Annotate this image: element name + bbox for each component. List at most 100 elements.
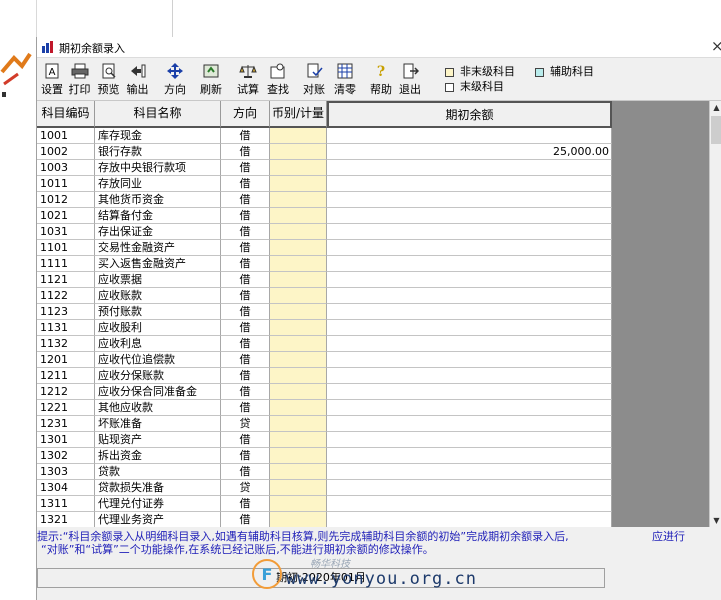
cell-code[interactable]: 1122	[37, 288, 95, 304]
cell-name[interactable]: 坏账准备	[95, 416, 221, 432]
cell-direction[interactable]: 借	[221, 288, 270, 304]
cell-direction[interactable]: 借	[221, 336, 270, 352]
cell-name[interactable]: 其他货币资金	[95, 192, 221, 208]
cell-currency[interactable]	[270, 496, 327, 512]
cell-code[interactable]: 1311	[37, 496, 95, 512]
cell-name[interactable]: 应收股利	[95, 320, 221, 336]
cell-currency[interactable]	[270, 256, 327, 272]
cell-code[interactable]: 1011	[37, 176, 95, 192]
cell-balance[interactable]	[327, 288, 612, 304]
cell-code[interactable]: 1131	[37, 320, 95, 336]
cell-code[interactable]: 1302	[37, 448, 95, 464]
cell-direction[interactable]: 借	[221, 304, 270, 320]
help-button[interactable]: ? 帮助	[367, 61, 395, 98]
cell-name[interactable]: 拆出资金	[95, 448, 221, 464]
cell-code[interactable]: 1012	[37, 192, 95, 208]
cell-code[interactable]: 1003	[37, 160, 95, 176]
table-row[interactable]: 1311 代理兑付证券借	[37, 496, 612, 512]
cell-currency[interactable]	[270, 368, 327, 384]
cell-direction[interactable]: 借	[221, 432, 270, 448]
table-row[interactable]: 1302 拆出资金借	[37, 448, 612, 464]
cell-name[interactable]: 贷款损失准备	[95, 480, 221, 496]
cell-currency[interactable]	[270, 304, 327, 320]
cell-name[interactable]: 存放中央银行款项	[95, 160, 221, 176]
cell-name[interactable]: 应收分保合同准备金	[95, 384, 221, 400]
cell-balance[interactable]	[327, 352, 612, 368]
cell-name[interactable]: 买入返售金融资产	[95, 256, 221, 272]
cell-direction[interactable]: 借	[221, 384, 270, 400]
direction-button[interactable]: 方向	[161, 61, 189, 98]
cell-direction[interactable]: 借	[221, 352, 270, 368]
cell-direction[interactable]: 贷	[221, 416, 270, 432]
cell-currency[interactable]	[270, 448, 327, 464]
cell-code[interactable]: 1303	[37, 464, 95, 480]
table-row[interactable]: 1211 应收分保账款借	[37, 368, 612, 384]
cell-balance[interactable]	[327, 400, 612, 416]
cell-currency[interactable]	[270, 416, 327, 432]
cell-direction[interactable]: 借	[221, 176, 270, 192]
vertical-scrollbar[interactable]: ▲ ▼	[709, 101, 721, 527]
table-row[interactable]: 1002 银行存款借 25,000.00	[37, 144, 612, 160]
cell-code[interactable]: 1301	[37, 432, 95, 448]
cell-direction[interactable]: 借	[221, 272, 270, 288]
scroll-up-icon[interactable]: ▲	[710, 101, 721, 114]
cell-direction[interactable]: 借	[221, 400, 270, 416]
cell-name[interactable]: 结算备付金	[95, 208, 221, 224]
cell-currency[interactable]	[270, 320, 327, 336]
trial-balance-button[interactable]: 试算	[234, 61, 262, 98]
cell-name[interactable]: 银行存款	[95, 144, 221, 160]
cell-currency[interactable]	[270, 384, 327, 400]
scroll-thumb[interactable]	[711, 116, 721, 144]
refresh-button[interactable]: 刷新	[198, 61, 224, 98]
cell-code[interactable]: 1212	[37, 384, 95, 400]
cell-name[interactable]: 存出保证金	[95, 224, 221, 240]
cell-currency[interactable]	[270, 336, 327, 352]
close-button[interactable]: ×	[711, 37, 721, 55]
cell-balance[interactable]	[327, 448, 612, 464]
cell-currency[interactable]	[270, 352, 327, 368]
clear-button[interactable]: 清零	[331, 61, 359, 98]
cell-currency[interactable]	[270, 464, 327, 480]
cell-direction[interactable]: 借	[221, 512, 270, 527]
cell-code[interactable]: 1123	[37, 304, 95, 320]
cell-code[interactable]: 1132	[37, 336, 95, 352]
table-row[interactable]: 1231 坏账准备贷	[37, 416, 612, 432]
cell-balance[interactable]	[327, 224, 612, 240]
cell-direction[interactable]: 借	[221, 128, 270, 144]
cell-balance[interactable]	[327, 272, 612, 288]
cell-balance[interactable]: 25,000.00	[327, 144, 612, 160]
cell-name[interactable]: 代理兑付证券	[95, 496, 221, 512]
table-row[interactable]: 1101 交易性金融资产借	[37, 240, 612, 256]
table-row[interactable]: 1221 其他应收款借	[37, 400, 612, 416]
cell-currency[interactable]	[270, 160, 327, 176]
table-row[interactable]: 1132 应收利息借	[37, 336, 612, 352]
header-balance[interactable]: 期初余额	[327, 101, 612, 128]
preview-button[interactable]: 预览	[95, 61, 122, 98]
cell-code[interactable]: 1101	[37, 240, 95, 256]
find-button[interactable]: 查找	[264, 61, 292, 98]
cell-currency[interactable]	[270, 192, 327, 208]
table-row[interactable]: 1321 代理业务资产借	[37, 512, 612, 527]
setup-button[interactable]: A 设置	[39, 61, 65, 98]
cell-currency[interactable]	[270, 208, 327, 224]
header-code[interactable]: 科目编码	[37, 101, 95, 128]
reconcile-button[interactable]: 对账	[300, 61, 328, 98]
cell-code[interactable]: 1211	[37, 368, 95, 384]
cell-direction[interactable]: 借	[221, 368, 270, 384]
cell-balance[interactable]	[327, 496, 612, 512]
cell-currency[interactable]	[270, 432, 327, 448]
cell-name[interactable]: 预付账款	[95, 304, 221, 320]
table-row[interactable]: 1111 买入返售金融资产借	[37, 256, 612, 272]
table-row[interactable]: 1021 结算备付金借	[37, 208, 612, 224]
cell-currency[interactable]	[270, 480, 327, 496]
cell-direction[interactable]: 借	[221, 192, 270, 208]
cell-name[interactable]: 应收票据	[95, 272, 221, 288]
table-row[interactable]: 1003 存放中央银行款项借	[37, 160, 612, 176]
cell-balance[interactable]	[327, 240, 612, 256]
cell-code[interactable]: 1031	[37, 224, 95, 240]
cell-balance[interactable]	[327, 304, 612, 320]
print-button[interactable]: 打印	[66, 61, 93, 98]
cell-balance[interactable]	[327, 176, 612, 192]
table-row[interactable]: 1301 贴现资产借	[37, 432, 612, 448]
cell-direction[interactable]: 借	[221, 496, 270, 512]
